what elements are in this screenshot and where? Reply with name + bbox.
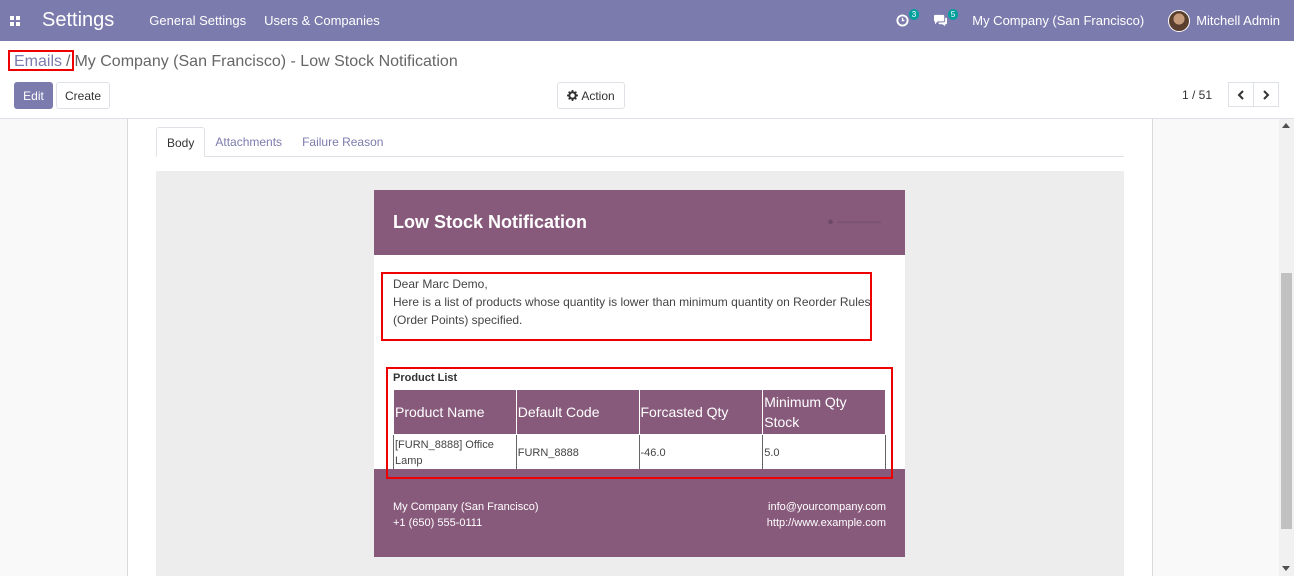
company-switcher[interactable]: My Company (San Francisco)	[960, 13, 1156, 28]
breadcrumb: Emails / My Company (San Francisco) - Lo…	[14, 53, 458, 71]
create-button[interactable]: Create	[56, 82, 110, 109]
footer-phone: +1 (650) 555-0111	[393, 517, 483, 529]
highlight-box-message	[381, 272, 872, 341]
pager-previous-button[interactable]	[1228, 82, 1254, 107]
header-logo-placeholder: ● ————	[827, 216, 881, 228]
edit-button[interactable]: Edit	[14, 82, 53, 109]
main-menu: General Settings Users & Companies	[140, 13, 388, 28]
form-sheet: Body Attachments Failure Reason Low Stoc…	[127, 119, 1153, 576]
notebook-tabs: Body Attachments Failure Reason	[156, 127, 1124, 157]
footer-company: My Company (San Francisco)	[393, 501, 539, 513]
email-header: Low Stock Notification ● ————	[374, 190, 905, 255]
messages-button[interactable]: 5	[921, 0, 960, 41]
scrollbar[interactable]	[1279, 119, 1294, 576]
user-name: Mitchell Admin	[1196, 13, 1280, 28]
chat-icon	[934, 14, 948, 27]
gear-icon	[567, 90, 579, 101]
highlight-box-product-list	[386, 367, 893, 479]
menu-general-settings[interactable]: General Settings	[140, 13, 255, 28]
chevron-left-icon	[1237, 89, 1244, 100]
control-panel: Emails / My Company (San Francisco) - Lo…	[0, 41, 1294, 119]
user-menu[interactable]: Mitchell Admin	[1156, 9, 1294, 32]
action-button[interactable]: Action	[557, 82, 625, 109]
messages-badge: 5	[947, 9, 959, 20]
form-content: Body Attachments Failure Reason Low Stoc…	[0, 119, 1294, 576]
scroll-up-arrow-icon[interactable]	[1282, 123, 1290, 128]
scrollbar-thumb[interactable]	[1281, 273, 1292, 529]
footer-website: http://www.example.com	[766, 517, 886, 529]
menu-users-companies[interactable]: Users & Companies	[255, 13, 389, 28]
clock-icon	[896, 14, 909, 27]
app-title[interactable]: Settings	[42, 9, 114, 32]
email-title: Low Stock Notification	[393, 212, 588, 232]
highlight-box-breadcrumb	[8, 50, 74, 71]
scroll-down-arrow-icon[interactable]	[1282, 566, 1290, 571]
apps-menu-icon[interactable]	[0, 0, 30, 41]
tab-attachments[interactable]: Attachments	[205, 127, 292, 157]
tab-body[interactable]: Body	[156, 127, 206, 157]
activity-button[interactable]: 3	[884, 0, 921, 41]
email-footer: My Company (San Francisco) +1 (650) 555-…	[374, 469, 905, 557]
pager-value[interactable]: 1 / 51	[1182, 88, 1212, 102]
tab-failure-reason[interactable]: Failure Reason	[292, 127, 393, 157]
avatar	[1168, 9, 1191, 32]
action-label: Action	[581, 88, 615, 103]
activity-badge: 3	[908, 9, 920, 20]
footer-email: info@yourcompany.com	[768, 501, 886, 513]
top-navbar: Settings General Settings Users & Compan…	[0, 0, 1294, 41]
pager-next-button[interactable]	[1253, 82, 1279, 107]
chevron-right-icon	[1263, 89, 1270, 100]
breadcrumb-current: My Company (San Francisco) - Low Stock N…	[74, 53, 458, 70]
